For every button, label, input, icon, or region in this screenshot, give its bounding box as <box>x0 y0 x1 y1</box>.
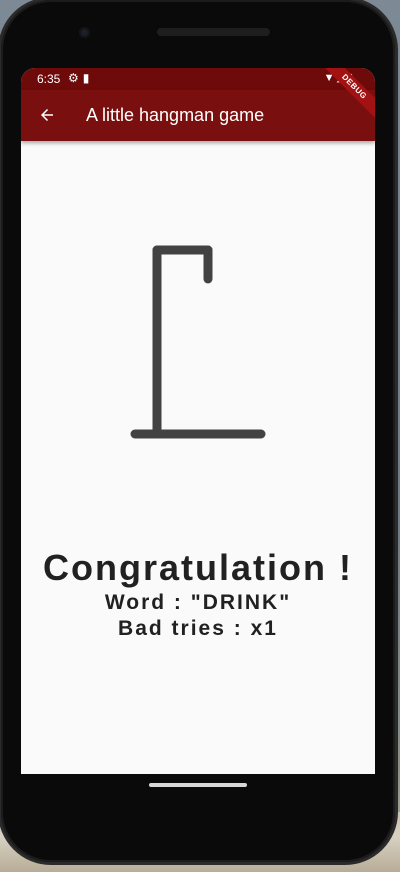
home-gesture-pill[interactable] <box>149 783 247 787</box>
earpiece-speaker <box>157 28 270 36</box>
back-button[interactable] <box>33 101 61 129</box>
result-bad-tries: Bad tries : x1 <box>118 617 278 640</box>
result-word: Word : "DRINK" <box>104 591 292 614</box>
navigation-bar <box>21 774 375 796</box>
hangman-gallows <box>130 245 266 439</box>
front-camera <box>79 27 90 38</box>
result-title: Congratulation ! <box>43 547 353 588</box>
app-screen: 6:35 ⚙▮ ▼◢▮ A little hangman game DEBUG <box>21 68 375 774</box>
app-bar: A little hangman game <box>21 90 375 141</box>
result-message: Congratulation ! Word : "DRINK" Bad trie… <box>21 546 375 642</box>
phone-frame: 6:35 ⚙▮ ▼◢▮ A little hangman game DEBUG <box>1 0 395 862</box>
app-title: A little hangman game <box>86 105 265 125</box>
arrow-left-icon <box>41 109 53 121</box>
